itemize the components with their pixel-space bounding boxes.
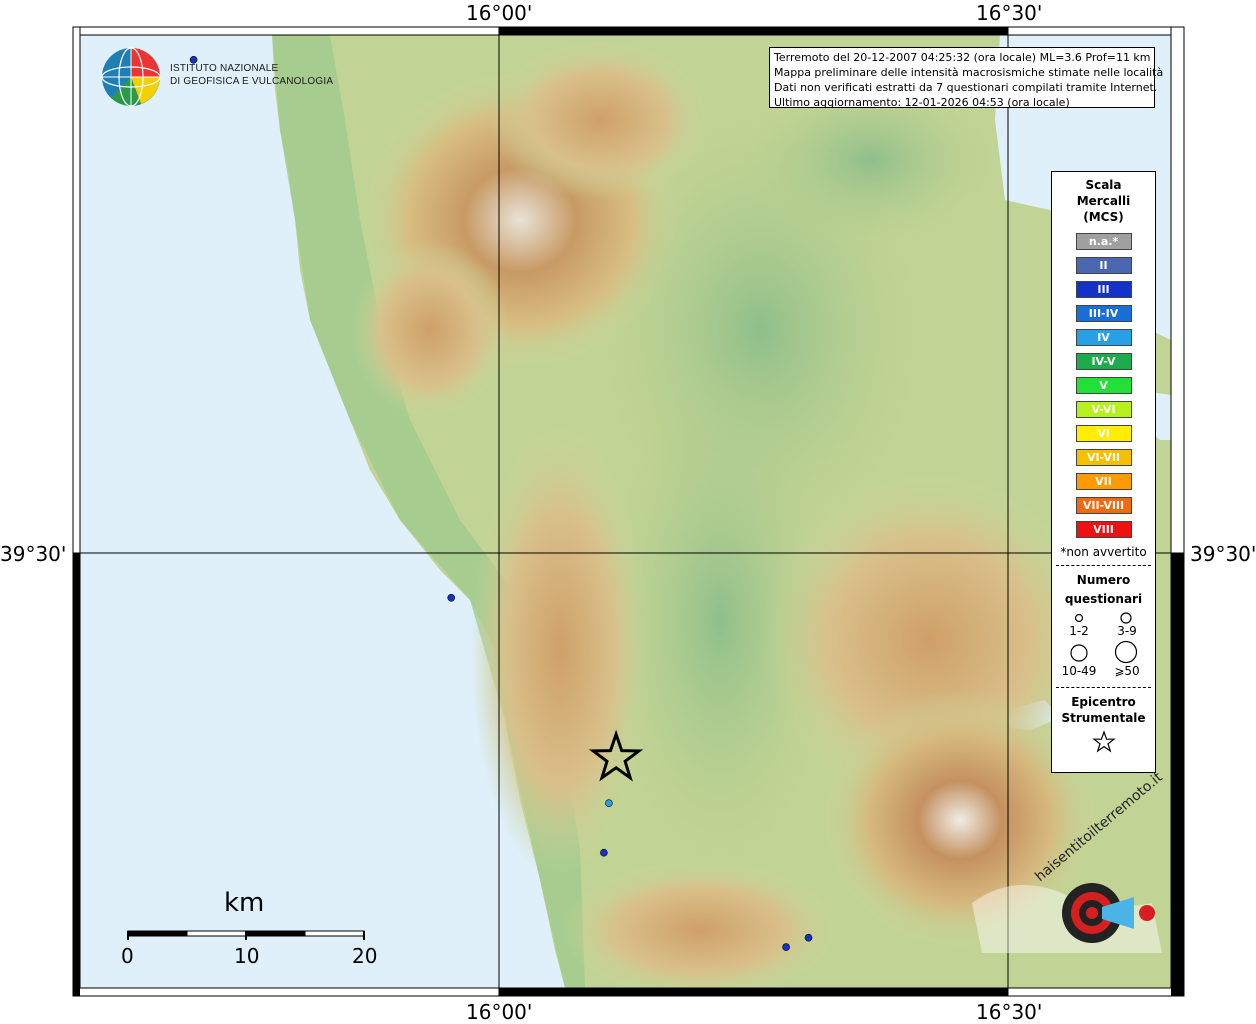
count-title-1: Numero (1076, 573, 1131, 587)
lat-label-right: 39°30' (1190, 542, 1256, 566)
lon-label-bottom-left: 16°00' (466, 1000, 533, 1024)
intensity-point-2[interactable] (605, 799, 613, 808)
legend-swatch-4: IV (1075, 329, 1132, 346)
size-label-4: ⩾50 (1114, 664, 1140, 678)
size-circle-2 (1120, 612, 1132, 624)
legend-swatch-5: IV-V (1075, 353, 1132, 370)
count-title-2: questionari (1064, 592, 1143, 606)
size-label-2: 3-9 (1117, 624, 1137, 638)
info-line-2: Mappa preliminare delle intensità macros… (774, 66, 1164, 79)
scale-tick-10: 10 (234, 944, 260, 968)
legend-swatch-9: VI-VII (1075, 449, 1132, 466)
event-info-box: Terremoto del 20-12-2007 04:25:32 (ora l… (769, 47, 1164, 109)
size-circle-3 (1070, 644, 1088, 662)
lon-label-bottom-right: 16°30' (976, 1000, 1043, 1024)
intensity-point-5[interactable] (782, 943, 790, 951)
legend-swatch-11: VII-VIII (1075, 497, 1132, 514)
legend-swatch-3: III-IV (1075, 305, 1132, 322)
coastal-range-north (350, 240, 510, 420)
ingv-globe-icon (101, 47, 161, 107)
ingv-logo-line2: DI GEOFISICA E VULCANOLOGIA (170, 76, 334, 87)
ingv-logo-line1: ISTITUTO NAZIONALE (170, 63, 279, 74)
scale-tick-0: 0 (121, 944, 134, 968)
legend-swatch-8: VI (1075, 425, 1132, 442)
legend-swatches: n.a.* II III III-IV IV IV-V V V-VI VI VI-VII VII VI… (1052, 233, 1155, 538)
lat-label-left: 39°30' (0, 542, 67, 566)
info-line-3: Dati non verificati estratti da 7 questi… (774, 81, 1158, 94)
legend-separator-1 (1056, 565, 1151, 566)
intensity-point-4[interactable] (804, 933, 813, 942)
legend-separator-2 (1056, 687, 1151, 688)
coastal-range-south (470, 420, 650, 880)
legend-swatch-1: II (1075, 257, 1132, 274)
legend-swatch-2: III (1075, 281, 1132, 298)
size-label-3: 10-49 (1061, 664, 1097, 678)
legend-swatch-6: V (1075, 377, 1132, 394)
terrain-map (80, 35, 1171, 988)
ingv-logo-text: ISTITUTO NAZIONALE DI GEOFISICA E VULCAN… (170, 62, 333, 88)
legend-title-2: Mercalli (1076, 194, 1131, 208)
northern-ridge (490, 40, 710, 200)
legend-note: *non avvertito (1060, 545, 1147, 559)
count-sizes: 1-2 3-9 10-49 ⩾50 (1052, 607, 1155, 683)
info-line-4: Ultimo aggiornamento: 12-01-2026 04:53 (… (774, 96, 1070, 109)
lon-label-top-left: 16°00' (466, 1, 533, 25)
legend-swatch-0: n.a.* (1075, 233, 1132, 250)
scale-title: km (224, 888, 265, 918)
legend-star-icon (1091, 730, 1116, 753)
size-circle-1 (1074, 613, 1084, 623)
legend-swatch-12: VIII (1075, 521, 1132, 538)
intensity-point-3[interactable] (600, 848, 608, 857)
scale-tick-20: 20 (352, 944, 378, 968)
size-circle-4 (1114, 640, 1138, 664)
southern-hills (560, 860, 840, 988)
lon-label-top-right: 16°30' (976, 1, 1043, 25)
legend-swatch-10: VII (1075, 473, 1132, 490)
legend-swatch-7: V-VI (1075, 401, 1132, 418)
epi-title-1: Epicentro (1071, 695, 1136, 709)
legend-title-3: (MCS) (1083, 210, 1124, 224)
size-label-1: 1-2 (1069, 624, 1089, 638)
mcs-legend: Scala Mercalli (MCS) n.a.* II III III-IV IV I… (1051, 171, 1156, 773)
epi-title-2: Strumentale (1061, 711, 1146, 725)
intensity-point-1[interactable] (447, 593, 456, 602)
legend-title-1: Scala (1085, 178, 1122, 192)
info-line-1: Terremoto del 20-12-2007 04:25:32 (ora l… (774, 51, 1151, 64)
